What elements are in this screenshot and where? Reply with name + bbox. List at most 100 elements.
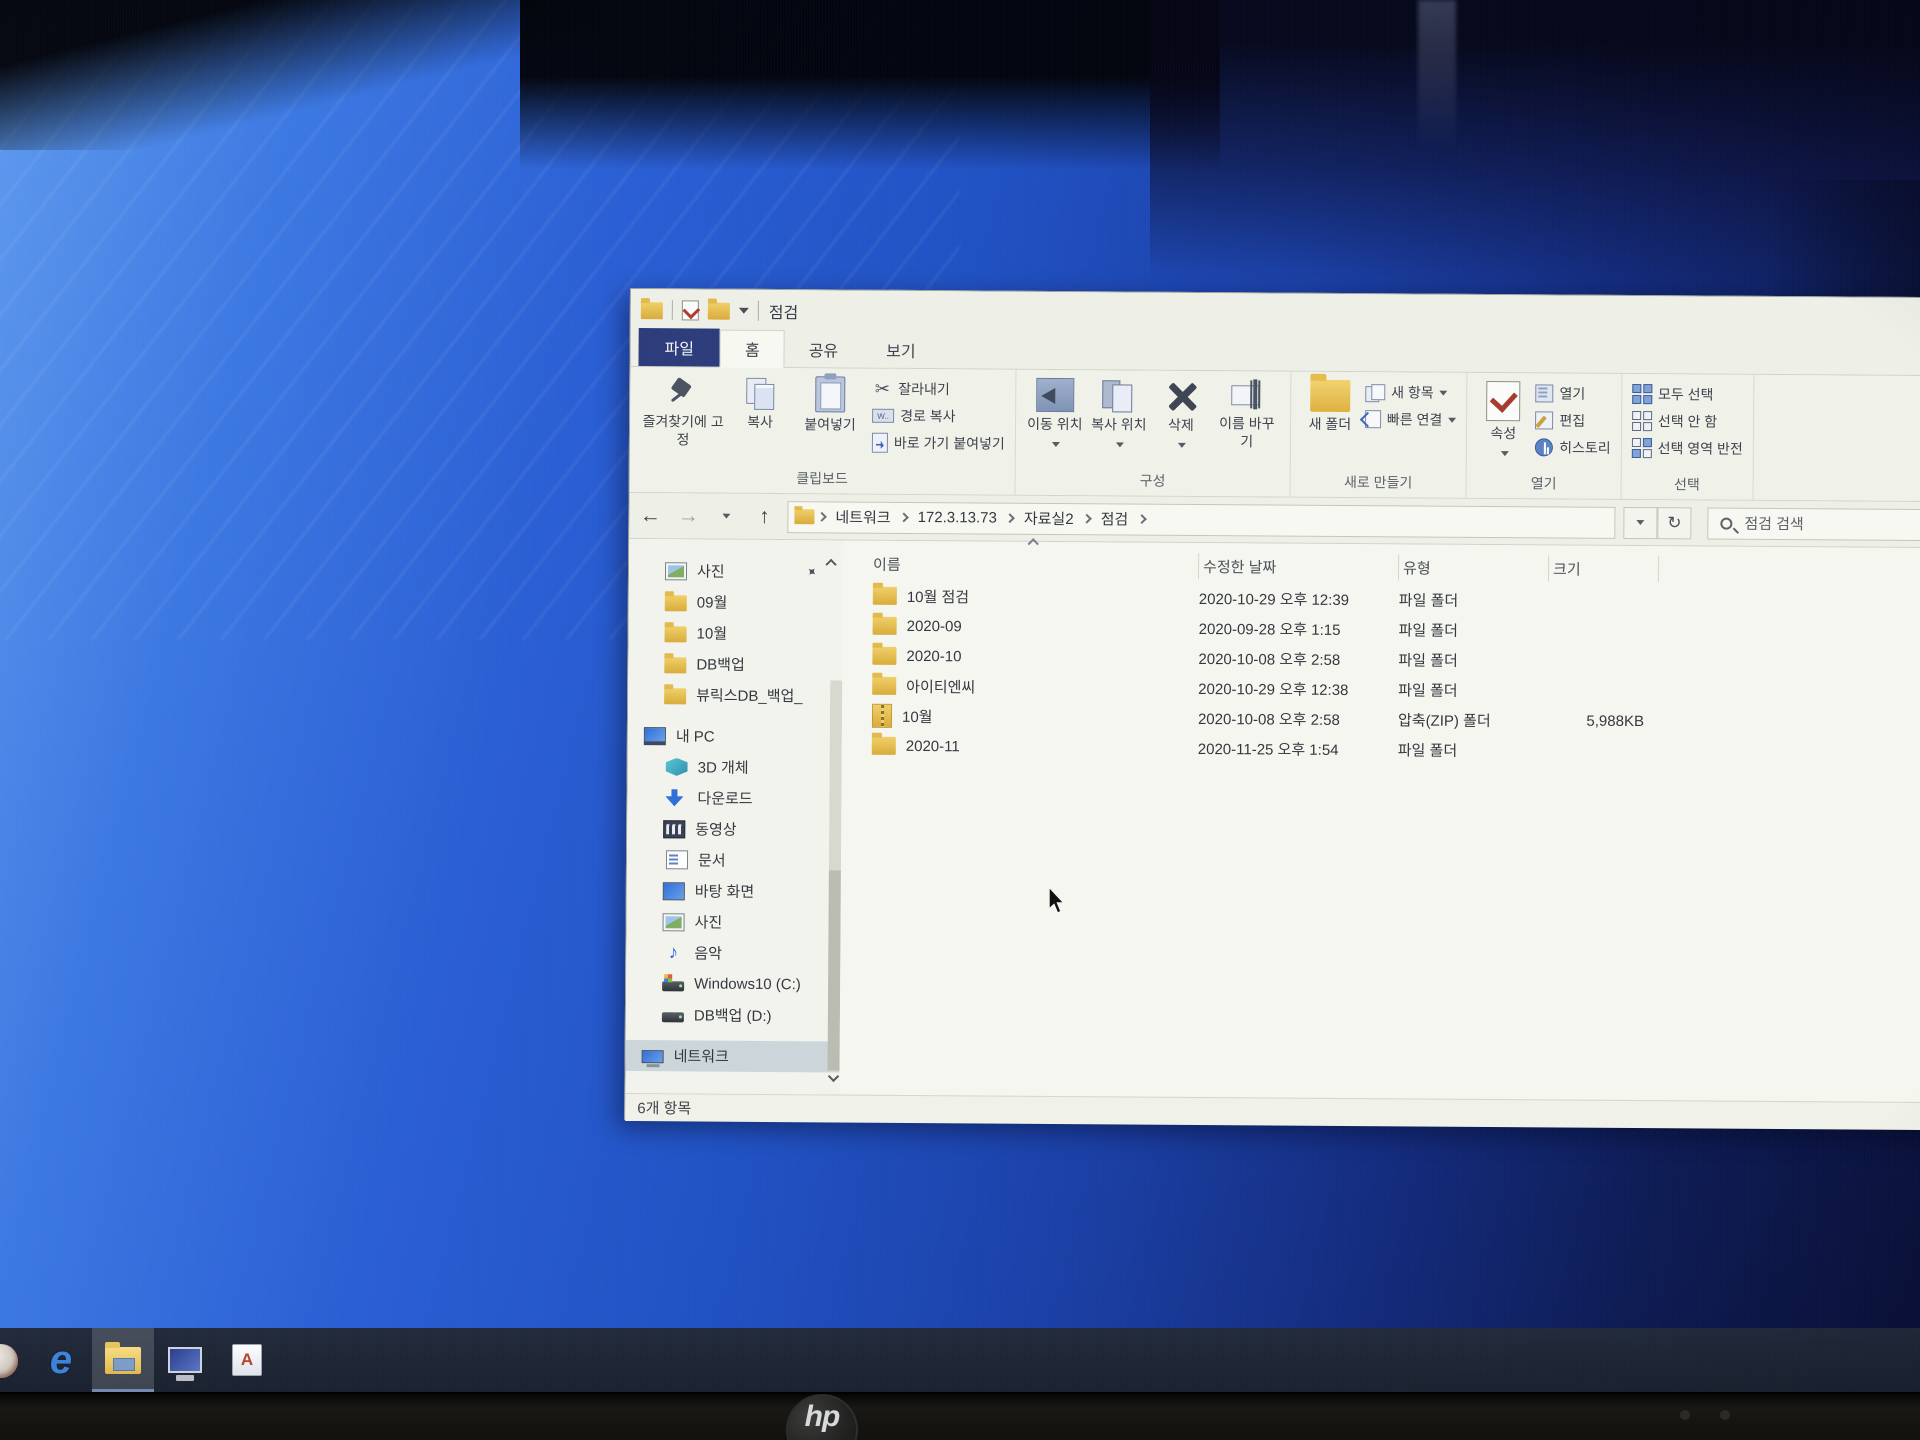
new-item-button[interactable]: 새 항목: [1365, 382, 1457, 403]
breadcrumb-chevron: [817, 512, 827, 522]
column-header-size[interactable]: 크기: [1549, 555, 1659, 582]
breadcrumb-current[interactable]: 점검: [1095, 508, 1135, 529]
paste-button[interactable]: 붙여넣기: [794, 374, 866, 434]
sidebar-item-10month[interactable]: 10월: [628, 617, 842, 649]
sidebar-item-downloads[interactable]: 다운로드: [627, 782, 841, 814]
navigation-pane: 사진 ✦ 09월 10월 DB백업: [625, 539, 843, 1094]
column-header-type[interactable]: 유형: [1399, 554, 1549, 581]
network-icon: [642, 1050, 664, 1063]
properties-qat-icon[interactable]: [682, 300, 699, 320]
breadcrumb-chevron: [899, 512, 909, 522]
sidebar-item-3d-objects[interactable]: 3D 개체: [628, 751, 842, 783]
sidebar-item-vulixdb-backup[interactable]: 뷰릭스DB_백업_: [628, 679, 842, 711]
easy-access-icon: [1365, 410, 1381, 428]
reflection-streak: [1418, 0, 1456, 150]
taskbar-item-edge[interactable]: e: [30, 1328, 92, 1392]
forward-button[interactable]: →: [673, 501, 703, 531]
customize-qat-icon[interactable]: [739, 308, 749, 314]
breadcrumb[interactable]: 네트워크 172.3.13.73 자료실2 점검: [787, 501, 1615, 539]
refresh-button[interactable]: ↻: [1657, 507, 1691, 539]
folder-icon: [664, 657, 686, 673]
ribbon-group-new: 새 폴더 새 항목 빠른 연결: [1290, 372, 1467, 498]
sidebar-item-pictures[interactable]: 사진: [626, 906, 840, 938]
invert-selection-button[interactable]: 선택 영역 반전: [1632, 438, 1743, 459]
folder-icon: [873, 617, 897, 635]
tab-share[interactable]: 공유: [785, 331, 863, 368]
properties-button[interactable]: 속성: [1477, 379, 1530, 460]
up-button[interactable]: ↑: [749, 501, 779, 531]
taskbar-item-file-explorer[interactable]: [92, 1328, 154, 1392]
taskbar-item-app[interactable]: A: [216, 1328, 278, 1392]
history-button[interactable]: 히스토리: [1535, 437, 1611, 458]
rename-button[interactable]: 이름 바꾸기: [1214, 377, 1281, 450]
new-folder-qat-icon[interactable]: [708, 302, 730, 319]
sidebar-item-dbbackup[interactable]: DB백업: [628, 648, 842, 680]
new-folder-button[interactable]: 새 폴더: [1301, 378, 1359, 434]
computer-icon: [168, 1347, 202, 1373]
back-button[interactable]: ←: [635, 501, 665, 531]
sidebar-item-music[interactable]: ♪ 음악: [626, 937, 840, 969]
cut-button[interactable]: ✂ 잘라내기: [872, 379, 1005, 400]
folder-icon: [872, 647, 896, 665]
invert-selection-icon: [1632, 438, 1652, 458]
paste-shortcut-button[interactable]: 바로 가기 붙여넣기: [872, 433, 1005, 454]
sidebar-item-videos[interactable]: 동영상: [627, 813, 841, 845]
search-input[interactable]: 점검 검색: [1707, 507, 1920, 541]
recent-locations-button[interactable]: [711, 501, 741, 531]
location-folder-icon: [794, 509, 814, 524]
sidebar-item-09month[interactable]: 09월: [629, 586, 843, 618]
document-icon: [666, 850, 688, 869]
copy-button[interactable]: 복사: [732, 374, 788, 432]
move-to-button[interactable]: 이동 위치: [1026, 376, 1085, 451]
breadcrumb-host[interactable]: 172.3.13.73: [912, 509, 1003, 527]
sidebar-item-network[interactable]: 네트워크: [626, 1040, 840, 1072]
column-header-name[interactable]: 이름: [869, 551, 1199, 579]
folder-icon: [872, 737, 896, 755]
edit-button[interactable]: 편집: [1535, 410, 1611, 431]
sidebar-item-drive-c[interactable]: Windows10 (C:): [626, 968, 840, 1000]
copy-path-button[interactable]: W.. 경로 복사: [872, 406, 1005, 427]
history-icon: [1535, 438, 1553, 456]
select-none-button[interactable]: 선택 안 함: [1632, 411, 1743, 432]
ribbon: 즐겨찾기에 고정 복사 붙여넣기 ✂: [630, 367, 1920, 502]
easy-access-button[interactable]: 빠른 연결: [1365, 409, 1457, 430]
ceiling-shadow-middle: [520, 0, 1220, 170]
folder-icon: [665, 595, 687, 611]
quick-access-toolbar: [641, 300, 759, 321]
app-icon: A: [232, 1344, 262, 1376]
music-note-icon: ♪: [662, 944, 684, 962]
address-dropdown-button[interactable]: [1623, 506, 1657, 538]
open-button[interactable]: 열기: [1535, 383, 1611, 404]
sidebar-item-this-pc[interactable]: 내 PC: [628, 720, 842, 752]
pictures-icon: [663, 913, 685, 931]
file-list: 이름 수정한 날짜 유형 크기 1: [839, 540, 1920, 1102]
pin-to-quick-access-button[interactable]: 즐겨찾기에 고정: [640, 373, 727, 449]
dropdown-caret: [1501, 451, 1509, 456]
breadcrumb-share[interactable]: 자료실2: [1018, 508, 1080, 529]
properties-icon: [1486, 381, 1520, 421]
explorer-icon: [641, 302, 663, 319]
item-count: 6개 항목: [637, 1097, 691, 1118]
taskbar-item-computer[interactable]: [154, 1328, 216, 1392]
sidebar-item-pictures-pinned[interactable]: 사진 ✦: [629, 555, 843, 587]
copy-to-button[interactable]: 복사 위치: [1090, 376, 1149, 451]
move-to-icon: [1036, 378, 1074, 412]
sidebar-item-desktop[interactable]: 바탕 화면: [627, 875, 841, 907]
taskbar-item-partial[interactable]: [0, 1328, 30, 1392]
sidebar-item-drive-d[interactable]: DB백업 (D:): [626, 999, 840, 1031]
divider: [672, 300, 673, 320]
new-group-label: 새로 만들기: [1300, 470, 1456, 496]
delete-button[interactable]: 삭제: [1154, 377, 1209, 452]
tab-file[interactable]: 파일: [638, 328, 720, 367]
breadcrumb-network[interactable]: 네트워크: [829, 506, 896, 527]
pictures-icon: [665, 562, 687, 580]
tab-home[interactable]: 홈: [720, 330, 785, 368]
file-row[interactable]: 2020-11 2020-11-25 오후 1:54 파일 폴더: [868, 731, 1920, 769]
sidebar-item-documents[interactable]: 문서: [627, 844, 841, 876]
folder-icon: [664, 688, 686, 704]
column-header-date[interactable]: 수정한 날짜: [1199, 553, 1399, 580]
select-all-button[interactable]: 모두 선택: [1632, 384, 1743, 405]
divider: [758, 301, 759, 321]
folder-icon: [872, 677, 896, 695]
tab-view[interactable]: 보기: [862, 332, 940, 369]
